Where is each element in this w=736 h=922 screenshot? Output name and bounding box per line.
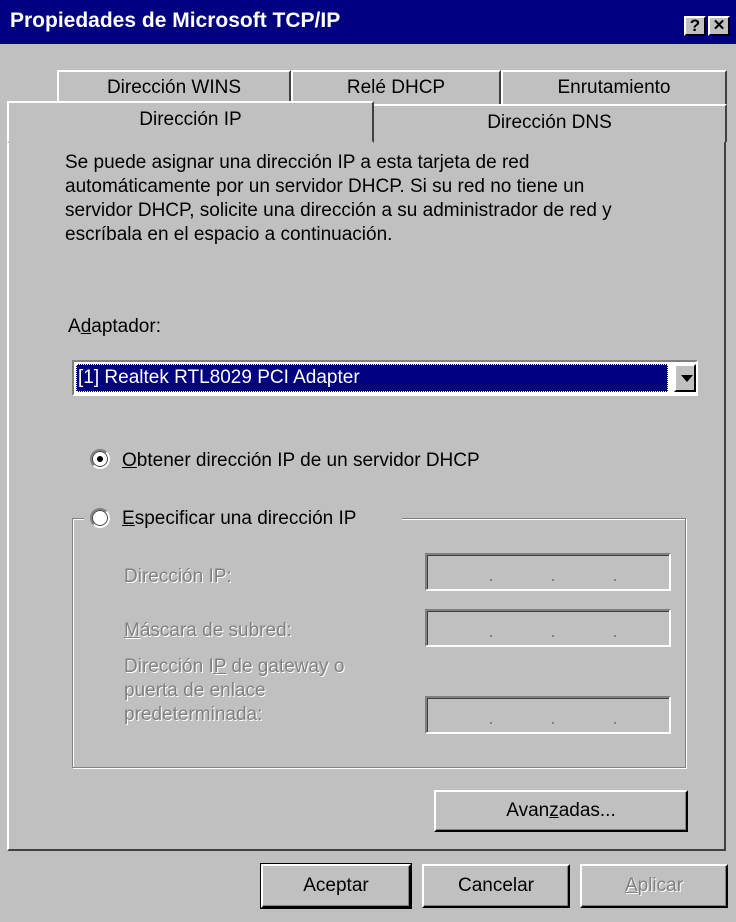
radio-selected-dot [97, 456, 103, 462]
tab-direccion-ip[interactable]: Dirección IP [7, 101, 374, 143]
ip-separator [552, 722, 554, 724]
gateway-label: Dirección IP de gateway o puerta de enla… [124, 655, 344, 727]
apply-button[interactable]: Aplicar [580, 864, 728, 908]
radio-obtain-dhcp-label[interactable]: Obtener dirección IP de un servidor DHCP [122, 450, 480, 472]
ip-separator [490, 635, 492, 637]
ip-address-field[interactable] [425, 553, 671, 591]
ip-separator [614, 579, 616, 581]
ip-separator [552, 579, 554, 581]
ip-separator [614, 635, 616, 637]
ip-separator [490, 722, 492, 724]
radio-obtain-dhcp[interactable] [90, 449, 110, 469]
description-text: Se puede asignar una dirección IP a esta… [65, 151, 705, 247]
gateway-label-line: predeterminada: [124, 704, 263, 725]
ip-separator [490, 579, 492, 581]
cancel-button[interactable]: Cancelar [422, 864, 570, 908]
radio-specify-ip-label[interactable]: Especificar una dirección IP [122, 508, 356, 530]
tab-direccion-wins[interactable]: Dirección WINS [57, 70, 291, 104]
chevron-down-icon [681, 375, 693, 382]
radio-specify-ip[interactable] [90, 508, 110, 528]
ip-separator [614, 722, 616, 724]
window-title: Propiedades de Microsoft TCP/IP [10, 9, 341, 32]
subnet-mask-field[interactable] [425, 609, 671, 647]
adapter-label: Adaptador: [68, 316, 161, 337]
description-line: servidor DHCP, solicite una dirección a … [65, 200, 612, 221]
tab-enrutamiento[interactable]: Enrutamiento [501, 70, 727, 104]
description-line: Se puede asignar una dirección IP a esta… [65, 152, 530, 173]
close-button[interactable]: ✕ [708, 16, 730, 36]
tab-direccion-dns[interactable]: Dirección DNS [372, 104, 727, 142]
description-line: automáticamente por un servidor DHCP. Si… [65, 176, 585, 197]
description-line: escríbala en el espacio a continuación. [65, 224, 393, 245]
gateway-label-line: Dirección IP de gateway o [124, 656, 345, 677]
ip-address-label: Dirección IP: [124, 566, 232, 587]
adapter-dropdown-button[interactable] [674, 364, 696, 392]
gateway-field[interactable] [425, 696, 671, 734]
ip-separator [552, 635, 554, 637]
subnet-mask-label: Máscara de subred: [124, 620, 292, 641]
adapter-selected-value[interactable]: [1] Realtek RTL8029 PCI Adapter [76, 364, 668, 392]
advanced-button[interactable]: Avanzadas... [434, 790, 688, 832]
tab-rele-dhcp[interactable]: Relé DHCP [291, 70, 501, 104]
ok-button[interactable]: Aceptar [260, 863, 412, 909]
gateway-label-line: puerta de enlace [124, 680, 266, 701]
help-button[interactable]: ? [684, 16, 706, 36]
